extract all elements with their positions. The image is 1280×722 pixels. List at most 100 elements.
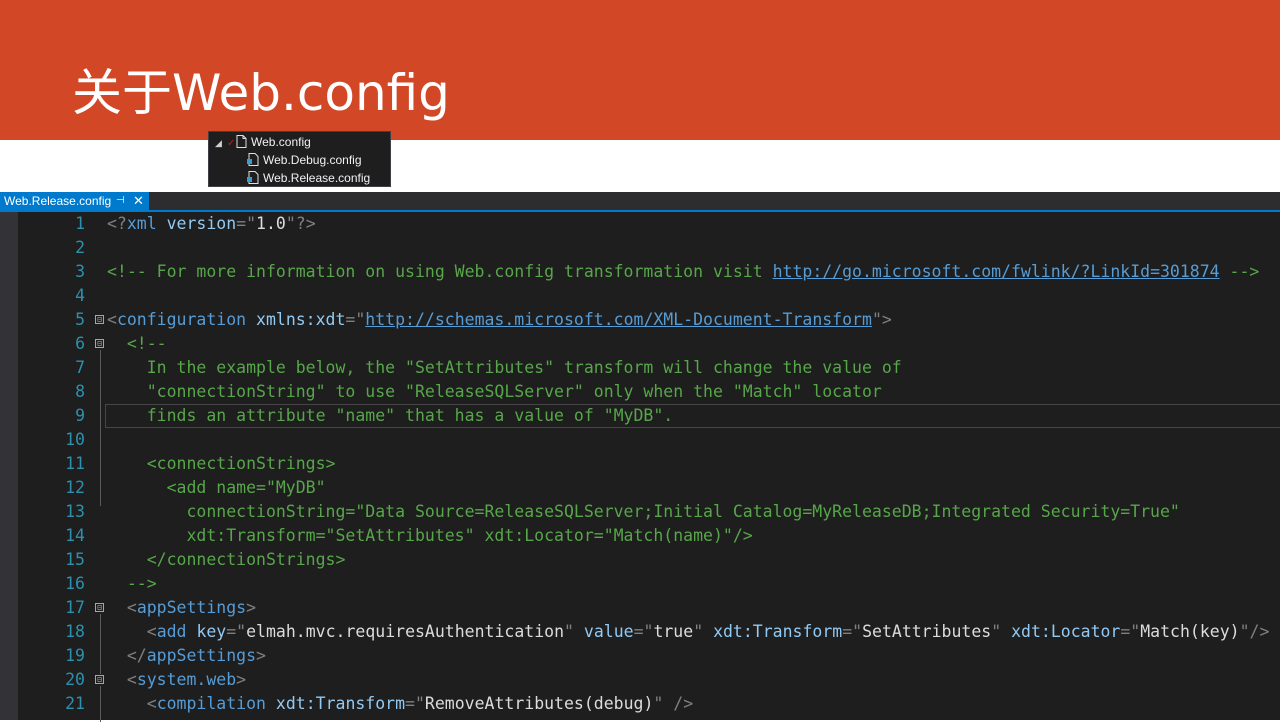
code-token: =" bbox=[345, 310, 366, 329]
code-token: "connectionString" to use "ReleaseSQLSer… bbox=[107, 382, 882, 401]
expand-arrow-icon[interactable]: ◢ bbox=[215, 134, 227, 152]
code-token: version bbox=[166, 214, 237, 233]
code-line[interactable]: 1 <?xml version="1.0"?> bbox=[0, 212, 1280, 236]
code-token: --> bbox=[1219, 262, 1260, 281]
code-text: <add name="MyDB" bbox=[107, 476, 326, 500]
line-number: 21 bbox=[65, 694, 85, 713]
code-line[interactable]: 6 ⊟ <!-- bbox=[0, 332, 1280, 356]
code-line[interactable]: 18 <add key="elmah.mvc.requiresAuthentic… bbox=[0, 620, 1280, 644]
code-token: " bbox=[564, 622, 584, 641]
code-token: xmlns:xdt bbox=[256, 310, 346, 329]
line-number: 7 bbox=[75, 358, 85, 377]
code-token: compilation bbox=[156, 694, 276, 713]
line-number: 16 bbox=[65, 574, 85, 593]
code-text: <system.web> bbox=[107, 668, 246, 692]
code-token: " /> bbox=[653, 694, 694, 713]
line-number: 10 bbox=[65, 430, 85, 449]
code-token: configuration bbox=[116, 310, 257, 329]
code-line[interactable]: 13 connectionString="Data Source=Release… bbox=[0, 500, 1280, 524]
code-link[interactable]: http://go.microsoft.com/fwlink/?LinkId=3… bbox=[773, 262, 1220, 281]
code-line[interactable]: 8 "connectionString" to use "ReleaseSQLS… bbox=[0, 380, 1280, 404]
code-token: > bbox=[236, 670, 247, 689]
code-token: true bbox=[653, 622, 694, 641]
tree-item-web-config[interactable]: ◢ ✓ Web.config bbox=[215, 133, 311, 151]
code-token: < bbox=[126, 598, 137, 617]
code-token: < bbox=[146, 694, 157, 713]
code-line[interactable]: 20 ⊟ <system.web> bbox=[0, 668, 1280, 692]
code-editor[interactable]: Web.Release.config ⊣ ✕ 1 <?xml version="1… bbox=[0, 192, 1280, 722]
code-text: <!-- bbox=[107, 332, 167, 356]
code-token: =" bbox=[226, 622, 247, 641]
code-text: </appSettings> bbox=[107, 644, 266, 668]
editor-tab-strip: Web.Release.config ⊣ ✕ bbox=[0, 192, 1280, 212]
code-line[interactable]: 2 bbox=[0, 236, 1280, 260]
line-number: 12 bbox=[65, 478, 85, 497]
line-number: 20 bbox=[65, 670, 85, 689]
code-token: In the example below, the "SetAttributes… bbox=[107, 358, 902, 377]
code-text: </connectionStrings> bbox=[107, 548, 346, 572]
code-link[interactable]: http://schemas.microsoft.com/XML-Documen… bbox=[365, 310, 872, 329]
code-line[interactable]: 12 <add name="MyDB" bbox=[0, 476, 1280, 500]
code-token: xdt:Locator bbox=[1011, 622, 1121, 641]
code-line[interactable]: 16 --> bbox=[0, 572, 1280, 596]
code-line[interactable]: 14 xdt:Transform="SetAttributes" xdt:Loc… bbox=[0, 524, 1280, 548]
code-line[interactable]: 7 In the example below, the "SetAttribut… bbox=[0, 356, 1280, 380]
code-token: elmah.mvc.requiresAuthentication bbox=[246, 622, 565, 641]
code-line[interactable]: 17 ⊟ <appSettings> bbox=[0, 596, 1280, 620]
code-token: =" bbox=[842, 622, 863, 641]
tree-item-web-debug-config[interactable]: Web.Debug.config bbox=[247, 151, 362, 169]
code-line[interactable]: 3 <!-- For more information on using Web.… bbox=[0, 260, 1280, 284]
code-line[interactable]: 5 ⊟ <configuration xmlns:xdt="http://schem… bbox=[0, 308, 1280, 332]
code-text: In the example below, the "SetAttributes… bbox=[107, 356, 902, 380]
solution-explorer-tree: ◢ ✓ Web.config Web.Debug.config Web.Releas… bbox=[208, 131, 391, 187]
config-file-icon bbox=[247, 153, 259, 166]
outline-guide bbox=[100, 614, 101, 674]
code-token: =" bbox=[405, 694, 425, 713]
collapse-icon[interactable]: ⊟ bbox=[95, 603, 104, 612]
code-text: <appSettings> bbox=[107, 596, 256, 620]
code-token: system.web bbox=[136, 670, 237, 689]
code-text: --> bbox=[107, 572, 157, 596]
close-icon[interactable]: ✕ bbox=[133, 192, 144, 210]
code-token: < bbox=[146, 622, 157, 641]
code-text: <!-- For more information on using Web.c… bbox=[107, 260, 1259, 284]
line-number: 17 bbox=[65, 598, 85, 617]
code-line[interactable]: 15 </connectionStrings> bbox=[0, 548, 1280, 572]
code-line[interactable]: 21 <compilation xdt:Transform="RemoveAtt… bbox=[0, 692, 1280, 716]
collapse-icon[interactable]: ⊟ bbox=[95, 315, 104, 324]
code-text: xdt:Transform="SetAttributes" xdt:Locato… bbox=[107, 524, 752, 548]
code-token: key bbox=[196, 622, 227, 641]
tree-item-label: Web.Debug.config bbox=[263, 153, 362, 167]
code-token: --> bbox=[107, 574, 157, 593]
line-number: 5 bbox=[75, 310, 85, 329]
code-token: <? bbox=[107, 214, 127, 233]
code-token: finds an attribute "name" that has a val… bbox=[107, 406, 674, 425]
collapse-icon[interactable]: ⊟ bbox=[95, 675, 104, 684]
code-token: "/> bbox=[1239, 622, 1270, 641]
line-number: 15 bbox=[65, 550, 85, 569]
pin-icon[interactable]: ⊣ bbox=[116, 192, 125, 210]
code-token: </ bbox=[126, 646, 147, 665]
code-token: appSettings bbox=[136, 598, 247, 617]
code-token: </connectionStrings> bbox=[107, 550, 346, 569]
tab-web-release-config[interactable]: Web.Release.config ⊣ ✕ bbox=[0, 192, 149, 210]
code-token: =" bbox=[236, 214, 257, 233]
code-line[interactable]: 11 <connectionStrings> bbox=[0, 452, 1280, 476]
code-line[interactable]: 10 bbox=[0, 428, 1280, 452]
tree-item-web-release-config[interactable]: Web.Release.config bbox=[247, 169, 370, 187]
code-line[interactable]: 19 </appSettings> bbox=[0, 644, 1280, 668]
code-token: <add name="MyDB" bbox=[107, 478, 326, 497]
code-token: =" bbox=[1120, 622, 1141, 641]
code-line[interactable]: 9 finds an attribute "name" that has a v… bbox=[0, 404, 1280, 428]
code-token: > bbox=[246, 598, 257, 617]
line-number: 2 bbox=[75, 238, 85, 257]
code-text: <add key="elmah.mvc.requiresAuthenticati… bbox=[107, 620, 1270, 644]
code-line[interactable]: 4 bbox=[0, 284, 1280, 308]
collapse-icon[interactable]: ⊟ bbox=[95, 339, 104, 348]
line-number: 13 bbox=[65, 502, 85, 521]
line-number: 3 bbox=[75, 262, 85, 281]
